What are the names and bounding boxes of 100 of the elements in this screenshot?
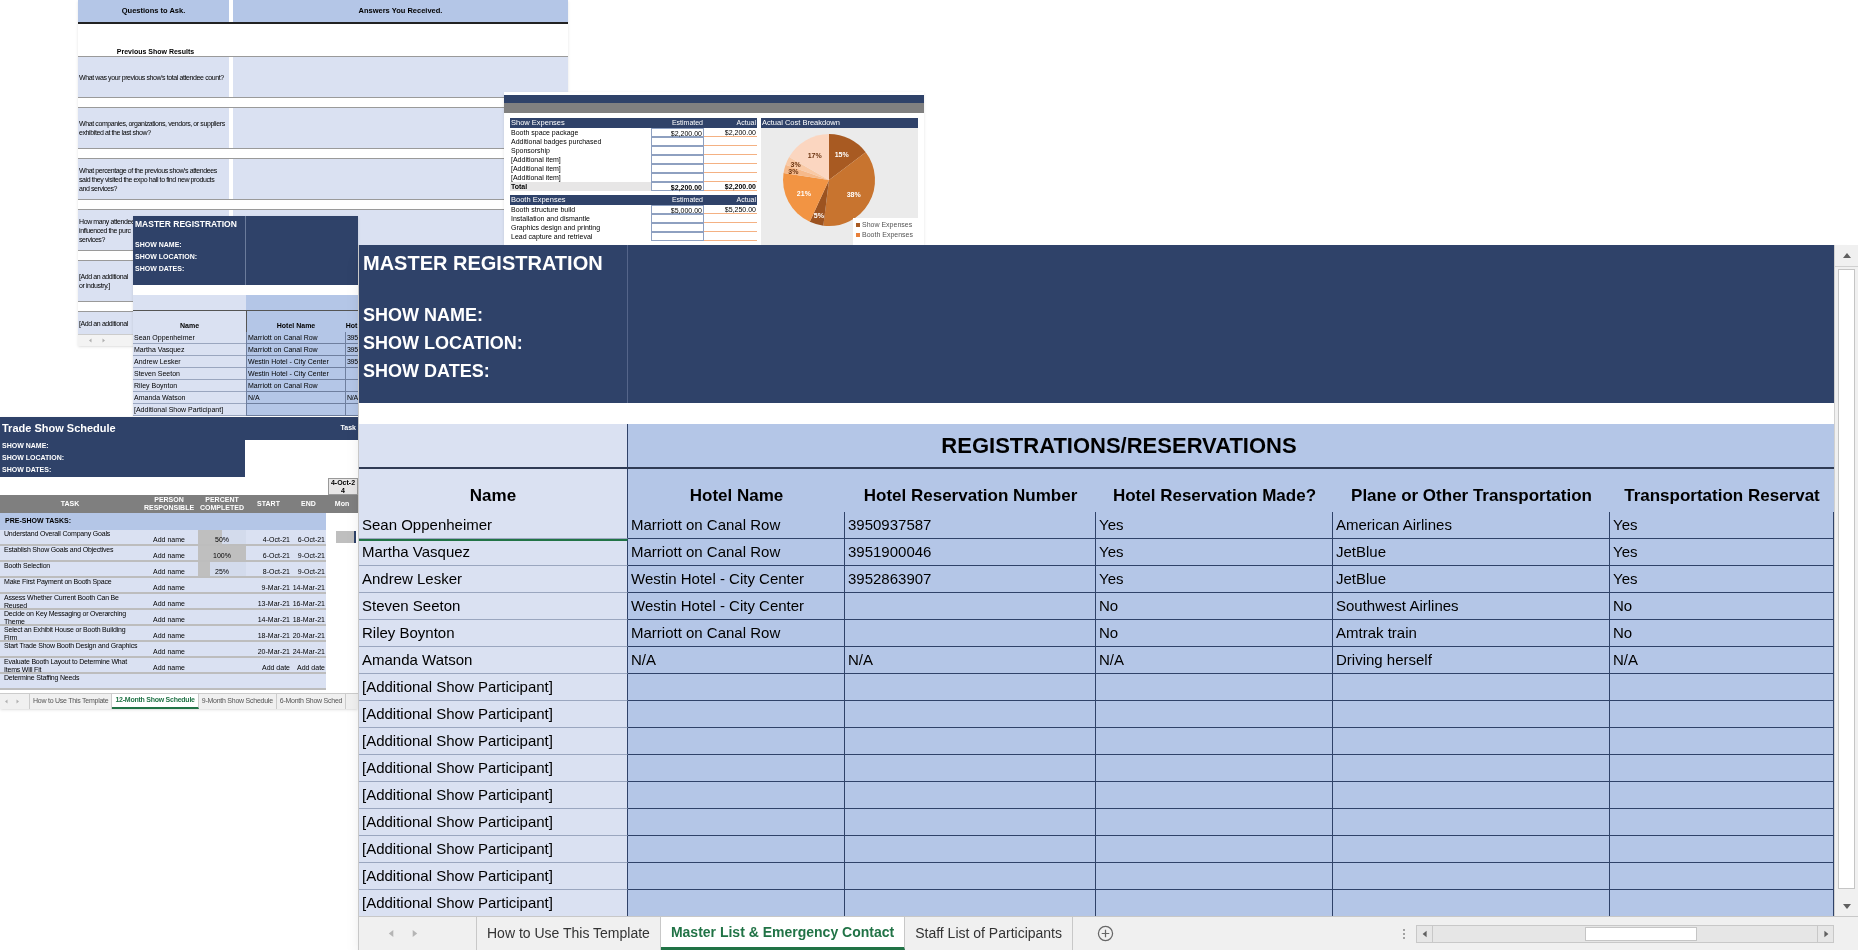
table-cell[interactable]: [Additional Show Participant] [359,863,628,890]
table-cell[interactable] [628,809,845,836]
table-cell[interactable]: Andrew Lesker [359,566,628,593]
table-cell[interactable]: Yes [1610,566,1834,593]
table-cell[interactable] [1333,674,1610,701]
table-cell[interactable]: Yes [1096,539,1333,566]
table-cell[interactable] [1096,782,1333,809]
sheet-tab[interactable]: Master List & Emergency Contact [660,917,906,950]
table-cell[interactable]: Driving herself [1333,647,1610,674]
table-cell[interactable] [1333,782,1610,809]
table-cell[interactable]: [Additional Show Participant] [359,809,628,836]
table-cell[interactable]: [Additional Show Participant] [359,782,628,809]
table-cell[interactable]: Yes [1096,566,1333,593]
field-label: SHOW LOCATION: [363,332,524,355]
table-cell[interactable] [845,782,1096,809]
table-cell[interactable] [628,755,845,782]
table-cell[interactable] [1610,728,1834,755]
table-cell[interactable] [1096,755,1333,782]
table-cell[interactable]: [Additional Show Participant] [359,701,628,728]
sheet-title: MASTER REGISTRATION [363,251,604,276]
table-cell[interactable] [1610,782,1834,809]
table-cell[interactable]: No [1096,620,1333,647]
table-cell[interactable] [845,863,1096,890]
table-cell[interactable] [1096,701,1333,728]
table-cell[interactable]: 3950937587 [845,512,1096,539]
table-cell[interactable]: No [1096,593,1333,620]
table-cell[interactable] [845,809,1096,836]
table-cell[interactable] [1096,728,1333,755]
table-cell[interactable]: No [1610,593,1834,620]
table-cell[interactable]: Sean Oppenheimer [359,512,628,539]
table-cell[interactable]: 3952863907 [845,566,1096,593]
table-cell[interactable] [845,593,1096,620]
table-cell[interactable] [1610,863,1834,890]
table-cell[interactable]: JetBlue [1333,566,1610,593]
table-cell[interactable]: N/A [628,647,845,674]
table-cell[interactable]: No [1610,620,1834,647]
table-cell[interactable]: Westin Hotel - City Center [628,593,845,620]
horizontal-scrollbar[interactable] [1416,924,1834,943]
table-cell[interactable] [845,701,1096,728]
table-cell[interactable]: Marriott on Canal Row [628,512,845,539]
table-cell[interactable] [1610,809,1834,836]
table-cell[interactable] [1096,890,1333,916]
table-cell[interactable] [1610,755,1834,782]
table-cell[interactable]: Amanda Watson [359,647,628,674]
table-cell[interactable] [1096,674,1333,701]
table-cell[interactable]: 3951900046 [845,539,1096,566]
table-cell[interactable]: [Additional Show Participant] [359,890,628,916]
table-cell[interactable] [1610,674,1834,701]
table-cell[interactable] [628,701,845,728]
table-cell[interactable] [1333,755,1610,782]
table-cell[interactable] [845,674,1096,701]
answer-cell[interactable] [233,57,568,97]
table-cell[interactable] [1096,809,1333,836]
sheet-tab[interactable]: Staff List of Participants [905,917,1073,950]
table-cell[interactable] [1333,836,1610,863]
table-cell[interactable]: Amtrak train [1333,620,1610,647]
table-cell[interactable]: [Additional Show Participant] [359,755,628,782]
table-cell[interactable] [845,890,1096,916]
table-cell[interactable]: Yes [1096,512,1333,539]
table-cell[interactable] [628,674,845,701]
table-cell[interactable]: Southwest Airlines [1333,593,1610,620]
table-cell[interactable] [1096,863,1333,890]
table-cell[interactable]: Marriott on Canal Row [628,620,845,647]
sheet-tab[interactable]: How to Use This Template [477,917,661,950]
table-cell[interactable] [1333,728,1610,755]
table-cell[interactable] [628,836,845,863]
table-cell[interactable] [628,782,845,809]
table-cell[interactable] [845,620,1096,647]
table-cell[interactable]: Westin Hotel - City Center [628,566,845,593]
table-cell[interactable] [1610,836,1834,863]
table-cell[interactable] [628,890,845,916]
table-cell[interactable]: Yes [1610,539,1834,566]
table-cell[interactable]: Marriott on Canal Row [628,539,845,566]
table-cell[interactable]: [Additional Show Participant] [359,836,628,863]
table-cell[interactable]: Riley Boynton [359,620,628,647]
scroll-thumb[interactable] [1838,269,1855,889]
table-cell[interactable] [628,728,845,755]
table-cell[interactable]: Yes [1610,512,1834,539]
table-cell[interactable] [845,728,1096,755]
table-cell[interactable] [845,836,1096,863]
table-cell[interactable]: N/A [1610,647,1834,674]
table-cell[interactable]: Steven Seeton [359,593,628,620]
table-cell[interactable]: Martha Vasquez [359,539,628,566]
table-cell[interactable] [845,755,1096,782]
table-cell[interactable]: American Airlines [1333,512,1610,539]
table-cell[interactable]: [Additional Show Participant] [359,674,628,701]
table-cell[interactable]: N/A [845,647,1096,674]
table-cell[interactable]: JetBlue [1333,539,1610,566]
table-cell[interactable] [1096,836,1333,863]
table-cell[interactable] [1333,890,1610,916]
vertical-scrollbar[interactable] [1834,245,1858,916]
table-cell[interactable] [628,863,845,890]
table-cell[interactable] [1333,863,1610,890]
table-cell[interactable] [1333,809,1610,836]
table-cell[interactable] [1610,890,1834,916]
table-cell[interactable]: N/A [1096,647,1333,674]
scroll-thumb[interactable] [1585,926,1697,941]
table-cell[interactable]: [Additional Show Participant] [359,728,628,755]
table-cell[interactable] [1333,701,1610,728]
table-cell[interactable] [1610,701,1834,728]
